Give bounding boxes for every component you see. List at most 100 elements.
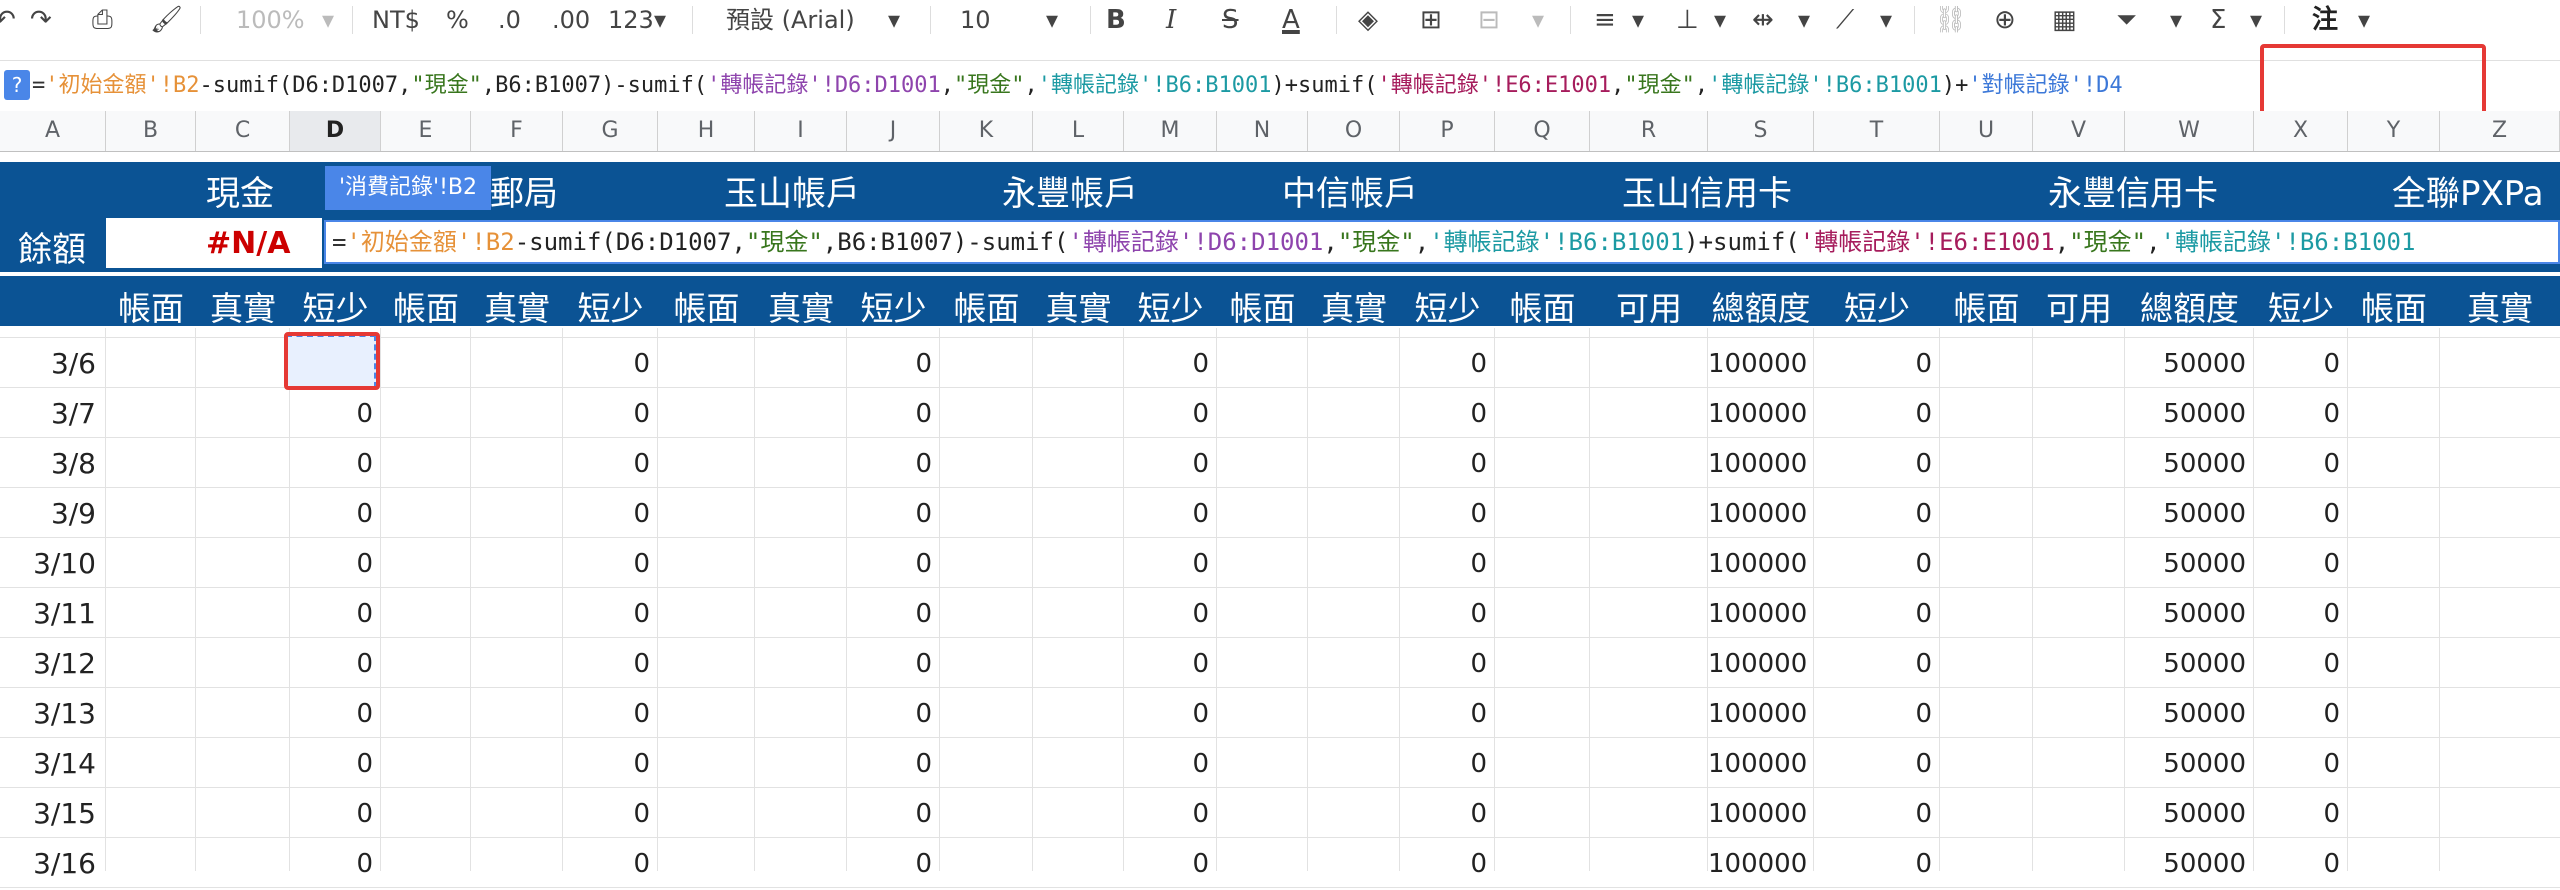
cell-value[interactable]: 0 <box>2254 738 2340 788</box>
column-header-p[interactable]: P <box>1400 111 1495 151</box>
column-header-b[interactable]: B <box>106 111 196 151</box>
cell-value[interactable]: 0 <box>2254 788 2340 838</box>
cell-value[interactable]: 0 <box>1124 388 1209 438</box>
cell-value[interactable]: 0 <box>563 388 650 438</box>
cell-value[interactable]: 0 <box>1814 688 1932 738</box>
cell-value[interactable]: 100000 <box>1708 388 1807 438</box>
cell-value[interactable]: 50000 <box>2125 838 2246 888</box>
cell-value[interactable]: 100000 <box>1708 638 1807 688</box>
cell-value[interactable]: 0 <box>1814 638 1932 688</box>
row-date[interactable]: 3/16 <box>0 838 96 888</box>
cell-value[interactable]: 0 <box>1400 738 1487 788</box>
insert-link-icon[interactable]: ⛓ <box>1934 0 1967 40</box>
cell-value[interactable]: 0 <box>1814 588 1932 638</box>
cell-value[interactable]: 0 <box>290 838 373 888</box>
filter-icon[interactable]: ⏷ <box>2116 0 2137 40</box>
font-size-select[interactable]: 10 <box>960 0 991 40</box>
column-header-w[interactable]: W <box>2125 111 2254 151</box>
balance-cell[interactable]: #N/A <box>106 218 322 268</box>
cell-value[interactable]: 100000 <box>1708 538 1807 588</box>
cell-value[interactable]: 0 <box>1400 788 1487 838</box>
chevron-down-icon[interactable]: ▾ <box>2170 0 2182 40</box>
cell-value[interactable]: 0 <box>2254 538 2340 588</box>
cell-value[interactable]: 50000 <box>2125 538 2246 588</box>
cell-value[interactable]: 0 <box>563 838 650 888</box>
cell-value[interactable]: 0 <box>847 638 932 688</box>
text-color-button[interactable]: A <box>1282 0 1300 40</box>
cell-value[interactable]: 0 <box>1814 488 1932 538</box>
row-date[interactable]: 3/14 <box>0 738 96 788</box>
cell-value[interactable]: 0 <box>290 738 373 788</box>
column-header-t[interactable]: T <box>1814 111 1940 151</box>
cell-value[interactable]: 0 <box>563 738 650 788</box>
chevron-down-icon[interactable]: ▾ <box>1632 0 1644 40</box>
vertical-align-icon[interactable]: ⊥ <box>1676 0 1699 40</box>
cell-value[interactable]: 0 <box>1124 738 1209 788</box>
cell-value[interactable]: 100000 <box>1708 838 1807 888</box>
input-tools-button[interactable]: 注 <box>2312 0 2338 40</box>
column-header-a[interactable]: A <box>0 111 106 151</box>
font-select[interactable]: 預設 (Arial) <box>726 0 855 40</box>
column-header-v[interactable]: V <box>2033 111 2125 151</box>
insert-chart-icon[interactable]: ▦ <box>2052 0 2077 40</box>
cell-value[interactable]: 50000 <box>2125 338 2246 388</box>
cell-value[interactable]: 0 <box>563 788 650 838</box>
zoom-select[interactable]: 100% <box>236 0 305 40</box>
cell-value[interactable]: 50000 <box>2125 488 2246 538</box>
cell-value[interactable]: 100000 <box>1708 738 1807 788</box>
cell-value[interactable]: 0 <box>1400 688 1487 738</box>
cell-value[interactable]: 0 <box>563 588 650 638</box>
column-header-k[interactable]: K <box>940 111 1033 151</box>
increase-decimal-button[interactable]: .00 <box>552 0 590 40</box>
cell-value[interactable]: 0 <box>290 388 373 438</box>
column-header-u[interactable]: U <box>1940 111 2033 151</box>
decrease-decimal-button[interactable]: .0 <box>498 0 521 40</box>
column-header-q[interactable]: Q <box>1495 111 1590 151</box>
cell-value[interactable]: 0 <box>1400 538 1487 588</box>
redo-icon[interactable]: ↷ <box>30 0 52 40</box>
chevron-down-icon[interactable]: ▾ <box>888 0 900 40</box>
insert-comment-icon[interactable]: ⊕ <box>1994 0 2016 40</box>
cell-value[interactable]: 0 <box>563 638 650 688</box>
cell-value[interactable]: 0 <box>2254 438 2340 488</box>
chevron-down-icon[interactable]: ▾ <box>1532 0 1544 40</box>
cell-value[interactable]: 0 <box>1124 588 1209 638</box>
paint-format-icon[interactable]: 🖌 <box>150 0 183 40</box>
cell-value[interactable]: 100000 <box>1708 338 1807 388</box>
cell-value[interactable]: 0 <box>563 488 650 538</box>
column-header-j[interactable]: J <box>847 111 940 151</box>
cell-value[interactable]: 0 <box>290 538 373 588</box>
borders-icon[interactable]: ⊞ <box>1420 0 1442 40</box>
cell-value[interactable]: 0 <box>2254 388 2340 438</box>
column-header-c[interactable]: C <box>196 111 290 151</box>
cell-value[interactable]: 0 <box>1124 338 1209 388</box>
cell-value[interactable]: 0 <box>847 388 932 438</box>
row-date[interactable]: 3/7 <box>0 388 96 438</box>
text-wrap-icon[interactable]: ⇹ <box>1752 0 1774 40</box>
chevron-down-icon[interactable]: ▾ <box>1798 0 1810 40</box>
align-left-icon[interactable]: ≡ <box>1594 0 1616 40</box>
cell-value[interactable]: 0 <box>1124 688 1209 738</box>
cell-value[interactable]: 0 <box>1400 838 1487 888</box>
cell-value[interactable]: 0 <box>1400 338 1487 388</box>
cell-value[interactable]: 0 <box>847 438 932 488</box>
cell-value[interactable]: 0 <box>847 488 932 538</box>
cell-value[interactable]: 0 <box>1814 538 1932 588</box>
cell-value[interactable]: 100000 <box>1708 788 1807 838</box>
more-formats-button[interactable]: 123 <box>608 0 654 40</box>
cell-value[interactable]: 0 <box>563 688 650 738</box>
strikethrough-button[interactable]: S <box>1222 0 1239 40</box>
column-header-y[interactable]: Y <box>2348 111 2440 151</box>
column-header-o[interactable]: O <box>1308 111 1400 151</box>
chevron-down-icon[interactable]: ▾ <box>654 0 666 40</box>
column-header-s[interactable]: S <box>1708 111 1814 151</box>
chevron-down-icon[interactable]: ▾ <box>2358 0 2370 40</box>
column-header-g[interactable]: G <box>563 111 658 151</box>
cell-value[interactable]: 0 <box>290 638 373 688</box>
cell-value[interactable]: 50000 <box>2125 388 2246 438</box>
functions-icon[interactable]: Σ <box>2210 0 2226 40</box>
cell-value[interactable]: 50000 <box>2125 638 2246 688</box>
row-date[interactable]: 3/15 <box>0 788 96 838</box>
cell-value[interactable]: 0 <box>1124 538 1209 588</box>
row-date[interactable]: 3/12 <box>0 638 96 688</box>
